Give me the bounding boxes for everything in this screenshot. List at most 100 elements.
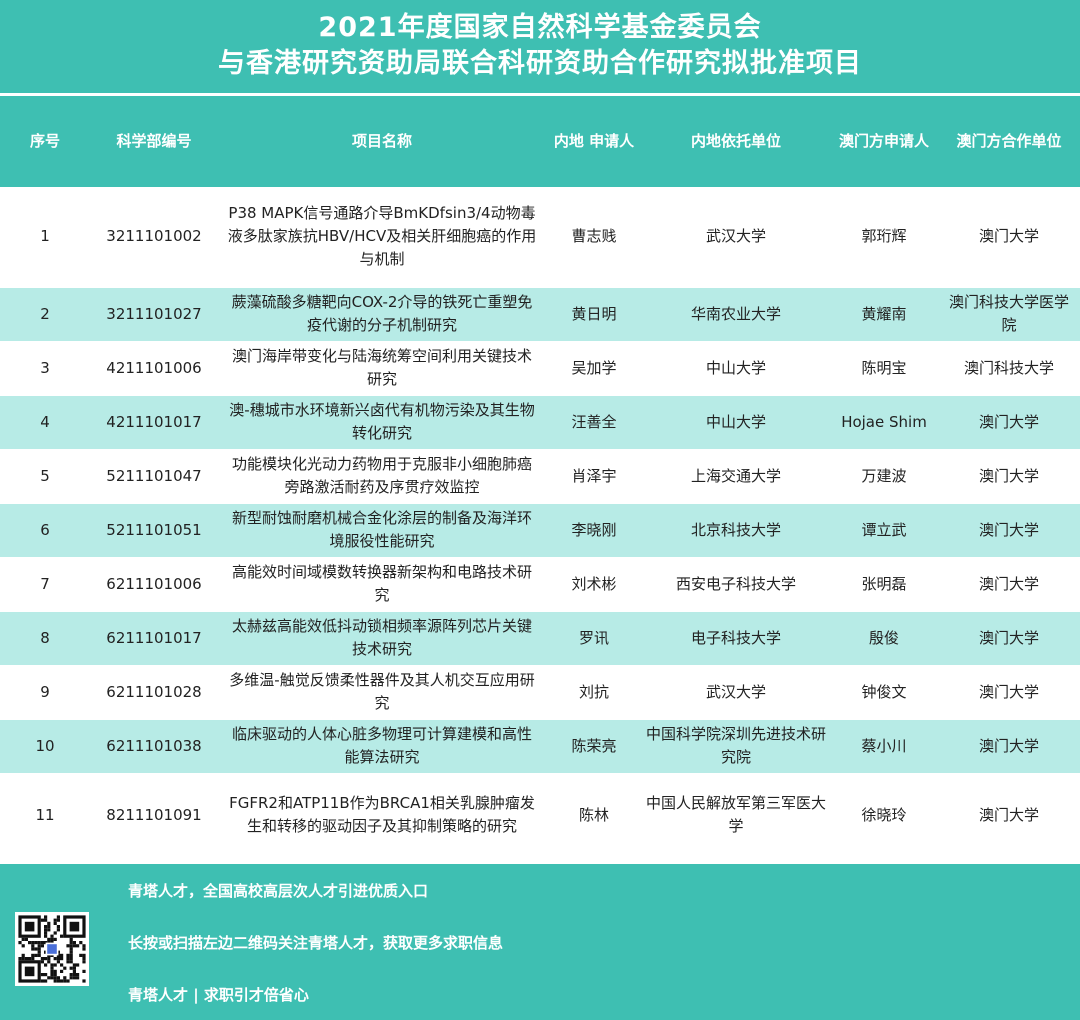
cell-host-unit: 中国人民解放军第三军医大学 [642, 773, 830, 858]
table-row: 5 5211101047 功能模块化光动力药物用于克服非小细胞肺癌旁路激活耐药及序贯… [0, 449, 1080, 504]
cell-macau-unit: 澳门科技大学医学院 [938, 287, 1080, 342]
cell-host-unit: 电子科技大学 [642, 611, 830, 666]
cell-applicant: 吴加学 [546, 341, 642, 396]
table-row: 8 6211101017 太赫兹高能效低抖动锁相频率源阵列芯片关键技术研究 罗讯 电子科… [0, 611, 1080, 666]
cell-code: 3211101002 [90, 187, 218, 288]
cell-host-unit: 武汉大学 [642, 665, 830, 720]
cell-macau-unit: 澳门大学 [938, 773, 1080, 858]
footer-line-2: 长按或扫描左边二维码关注青塔人才，获取更多求职信息 [128, 934, 504, 952]
cell-code: 8211101091 [90, 773, 218, 858]
table-row: 7 6211101006 高能效时间域模数转换器新架构和电路技术研究 刘术彬 西安电子科… [0, 557, 1080, 612]
cell-host-unit: 西安电子科技大学 [642, 557, 830, 612]
cell-project-name: 蕨藻硫酸多糖靶向COX-2介导的铁死亡重塑免疫代谢的分子机制研究 [218, 287, 546, 342]
cell-applicant: 陈林 [546, 773, 642, 858]
table-row: 4 4211101017 澳-穗城市水环境新兴卤代有机物污染及其生物转化研究 汪善全中… [0, 395, 1080, 450]
page-title: 2021年度国家自然科学基金委员会 与香港研究资助局联合科研资助合作研究拟批准项… [0, 0, 1080, 93]
cell-macau-applicant: 殷俊 [830, 611, 938, 666]
cell-applicant: 刘抗 [546, 665, 642, 720]
cell-project-name: FGFR2和ATP11B作为BRCA1相关乳腺肿瘤发生和转移的驱动因子及其抑制策… [218, 773, 546, 858]
cell-host-unit: 华南农业大学 [642, 287, 830, 342]
cell-host-unit: 中国科学院深圳先进技术研究院 [642, 719, 830, 774]
cell-no: 8 [0, 611, 90, 666]
header-applicant: 内地 申请人 [546, 96, 642, 187]
cell-project-name: 太赫兹高能效低抖动锁相频率源阵列芯片关键技术研究 [218, 611, 546, 666]
cell-host-unit: 中山大学 [642, 395, 830, 450]
cell-applicant: 曹志贱 [546, 187, 642, 288]
cell-applicant: 黄日明 [546, 287, 642, 342]
table-row: 2 3211101027 蕨藻硫酸多糖靶向COX-2介导的铁死亡重塑免疫代谢的分子机… [0, 287, 1080, 342]
cell-macau-applicant: 万建波 [830, 449, 938, 504]
header-host-unit: 内地依托单位 [642, 96, 830, 187]
qr-code-icon [15, 912, 89, 986]
cell-code: 6211101028 [90, 665, 218, 720]
cell-macau-applicant: 郭珩辉 [830, 187, 938, 288]
title-line-2: 与香港研究资助局联合科研资助合作研究拟批准项目 [218, 48, 862, 79]
cell-macau-unit: 澳门大学 [938, 395, 1080, 450]
cell-macau-applicant: 陈明宝 [830, 341, 938, 396]
cell-project-name: 临床驱动的人体心脏多物理可计算建模和高性能算法研究 [218, 719, 546, 774]
cell-code: 6211101038 [90, 719, 218, 774]
cell-no: 9 [0, 665, 90, 720]
cell-project-name: 多维温-触觉反馈柔性器件及其人机交互应用研究 [218, 665, 546, 720]
cell-applicant: 汪善全 [546, 395, 642, 450]
cell-applicant: 李晓刚 [546, 503, 642, 558]
cell-macau-unit: 澳门大学 [938, 503, 1080, 558]
table-row: 6 5211101051 新型耐蚀耐磨机械合金化涂层的制备及海洋环境服役性能研究 李晓… [0, 503, 1080, 558]
cell-applicant: 肖泽宇 [546, 449, 642, 504]
footer-line-1: 青塔人才，全国高校高层次人才引进优质入口 [128, 882, 429, 900]
cell-no: 6 [0, 503, 90, 558]
cell-no: 5 [0, 449, 90, 504]
projects-table: 序号 科学部编号 项目名称 内地 申请人 内地依托单位 澳门方申请人 澳门方合作… [0, 96, 1080, 858]
cell-code: 5211101047 [90, 449, 218, 504]
footer-banner: 青塔人才，全国高校高层次人才引进优质入口 长按或扫描左边二维码关注青塔人才，获取… [0, 864, 1080, 1020]
footer-line-3: 青塔人才 | 求职引才倍省心 [128, 986, 309, 1004]
header-macau-applicant: 澳门方申请人 [830, 96, 938, 187]
cell-macau-unit: 澳门大学 [938, 719, 1080, 774]
cell-no: 4 [0, 395, 90, 450]
cell-code: 3211101027 [90, 287, 218, 342]
table-row: 3 4211101006 澳门海岸带变化与陆海统筹空间利用关键技术研究 吴加学 中山大学… [0, 341, 1080, 396]
cell-macau-unit: 澳门大学 [938, 449, 1080, 504]
cell-no: 2 [0, 287, 90, 342]
table-row: 1 3211101002 P38 MAPK信号通路介导BmKDfsin3/4动物毒液… [0, 187, 1080, 288]
table-row: 11 8211101091 FGFR2和ATP11B作为BRCA1相关乳腺肿瘤发生和… [0, 773, 1080, 858]
cell-macau-applicant: 黄耀南 [830, 287, 938, 342]
cell-macau-unit: 澳门科技大学 [938, 341, 1080, 396]
cell-applicant: 罗讯 [546, 611, 642, 666]
cell-code: 6211101017 [90, 611, 218, 666]
cell-no: 3 [0, 341, 90, 396]
cell-project-name: 高能效时间域模数转换器新架构和电路技术研究 [218, 557, 546, 612]
cell-applicant: 陈荣亮 [546, 719, 642, 774]
cell-code: 4211101006 [90, 341, 218, 396]
cell-host-unit: 上海交通大学 [642, 449, 830, 504]
cell-applicant: 刘术彬 [546, 557, 642, 612]
cell-project-name: 功能模块化光动力药物用于克服非小细胞肺癌旁路激活耐药及序贯疗效监控 [218, 449, 546, 504]
cell-project-name: P38 MAPK信号通路介导BmKDfsin3/4动物毒液多肽家族抗HBV/HC… [218, 187, 546, 288]
cell-project-name: 澳门海岸带变化与陆海统筹空间利用关键技术研究 [218, 341, 546, 396]
cell-no: 7 [0, 557, 90, 612]
cell-macau-applicant: 钟俊文 [830, 665, 938, 720]
cell-project-name: 澳-穗城市水环境新兴卤代有机物污染及其生物转化研究 [218, 395, 546, 450]
cell-macau-unit: 澳门大学 [938, 557, 1080, 612]
header-no: 序号 [0, 96, 90, 187]
cell-macau-unit: 澳门大学 [938, 611, 1080, 666]
cell-macau-unit: 澳门大学 [938, 187, 1080, 288]
table-row: 10 6211101038 临床驱动的人体心脏多物理可计算建模和高性能算法研究 陈荣亮… [0, 719, 1080, 774]
cell-macau-applicant: Hojae Shim [830, 395, 938, 450]
cell-code: 5211101051 [90, 503, 218, 558]
cell-code: 6211101006 [90, 557, 218, 612]
cell-no: 11 [0, 773, 90, 858]
cell-no: 1 [0, 187, 90, 288]
cell-macau-applicant: 张明磊 [830, 557, 938, 612]
cell-host-unit: 武汉大学 [642, 187, 830, 288]
cell-macau-applicant: 谭立武 [830, 503, 938, 558]
header-project-name: 项目名称 [218, 96, 546, 187]
header-macau-unit: 澳门方合作单位 [938, 96, 1080, 187]
cell-host-unit: 北京科技大学 [642, 503, 830, 558]
cell-macau-applicant: 蔡小川 [830, 719, 938, 774]
cell-code: 4211101017 [90, 395, 218, 450]
cell-no: 10 [0, 719, 90, 774]
table-header-row: 序号 科学部编号 项目名称 内地 申请人 内地依托单位 澳门方申请人 澳门方合作… [0, 96, 1080, 187]
cell-macau-unit: 澳门大学 [938, 665, 1080, 720]
cell-project-name: 新型耐蚀耐磨机械合金化涂层的制备及海洋环境服役性能研究 [218, 503, 546, 558]
